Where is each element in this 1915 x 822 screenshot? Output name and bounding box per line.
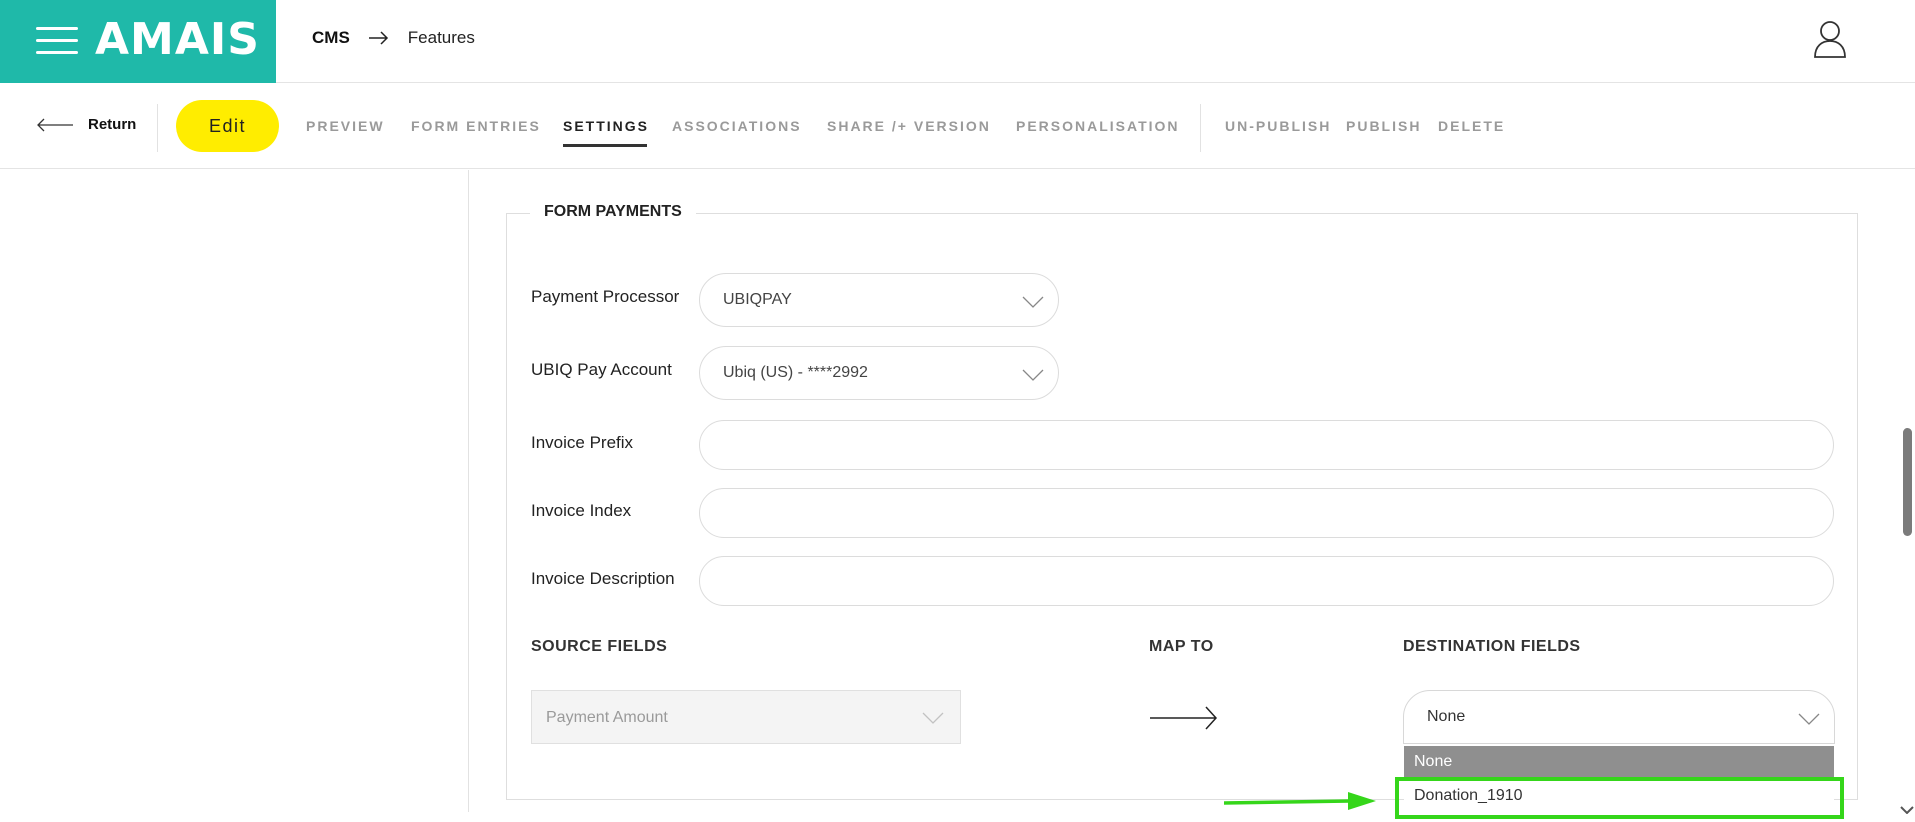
breadcrumb: CMS Features xyxy=(312,28,475,48)
source-field-select: Payment Amount xyxy=(531,690,961,744)
brand-panel: AMAIS xyxy=(0,0,276,83)
breadcrumb-cms[interactable]: CMS xyxy=(312,28,350,48)
section-title: FORM PAYMENTS xyxy=(530,203,696,221)
source-fields-header: SOURCE FIELDS xyxy=(531,638,668,655)
breadcrumb-features[interactable]: Features xyxy=(408,28,475,48)
tab-personalisation[interactable]: PERSONALISATION xyxy=(1016,118,1180,134)
invoice-prefix-label: Invoice Prefix xyxy=(531,433,634,452)
destination-fields-header: DESTINATION FIELDS xyxy=(1403,638,1581,655)
tab-preview[interactable]: PREVIEW xyxy=(306,118,385,134)
delete-button[interactable]: DELETE xyxy=(1438,118,1505,134)
payment-processor-label: Payment Processor xyxy=(531,287,680,306)
payment-processor-select[interactable]: UBIQPAY xyxy=(699,273,1059,327)
unpublish-button[interactable]: UN-PUBLISH xyxy=(1225,118,1331,134)
edit-button[interactable]: Edit xyxy=(176,100,279,152)
scroll-down-icon[interactable] xyxy=(1900,806,1914,814)
tab-form-entries[interactable]: FORM ENTRIES xyxy=(411,118,541,134)
chevron-down-icon xyxy=(1798,713,1820,725)
arrow-left-icon xyxy=(37,118,73,131)
hamburger-icon[interactable] xyxy=(36,25,78,55)
tab-associations[interactable]: ASSOCIATIONS xyxy=(672,118,802,134)
tab-settings[interactable]: SETTINGS xyxy=(563,118,649,147)
toolbar-divider xyxy=(1200,104,1201,152)
destination-field-select[interactable]: None xyxy=(1403,690,1835,744)
invoice-index-input[interactable] xyxy=(699,488,1834,538)
option-none[interactable]: None xyxy=(1404,746,1834,778)
invoice-prefix-input[interactable] xyxy=(699,420,1834,470)
app-logo[interactable]: AMAIS xyxy=(95,14,260,65)
ubiq-pay-account-value: Ubiq (US) - ****2992 xyxy=(723,364,868,381)
toolbar-divider xyxy=(157,104,158,152)
return-label: Return xyxy=(88,116,137,133)
ubiq-pay-account-label: UBIQ Pay Account xyxy=(531,360,672,379)
chevron-down-icon xyxy=(1022,369,1044,381)
chevron-down-icon xyxy=(922,712,944,724)
destination-field-value: None xyxy=(1427,708,1466,725)
action-toolbar: Return Edit PREVIEW FORM ENTRIES SETTING… xyxy=(0,84,1915,169)
ubiq-pay-account-select[interactable]: Ubiq (US) - ****2992 xyxy=(699,346,1059,400)
map-to-header: MAP TO xyxy=(1149,638,1214,655)
option-donation[interactable]: Donation_1910 xyxy=(1404,778,1834,814)
top-header: AMAIS CMS Features xyxy=(0,0,1915,83)
sidebar-divider xyxy=(468,170,469,812)
invoice-description-input[interactable] xyxy=(699,556,1834,606)
invoice-index-label: Invoice Index xyxy=(531,501,632,520)
chevron-down-icon xyxy=(1022,296,1044,308)
user-icon[interactable] xyxy=(1812,20,1848,58)
source-field-value: Payment Amount xyxy=(546,709,668,726)
invoice-description-label: Invoice Description xyxy=(531,569,675,588)
return-button[interactable]: Return xyxy=(36,116,136,133)
arrow-right-icon xyxy=(1150,706,1218,730)
destination-options-list: None Donation_1910 xyxy=(1404,746,1834,814)
scrollbar-thumb[interactable] xyxy=(1903,428,1912,536)
arrow-right-icon xyxy=(368,31,388,45)
tab-share-version[interactable]: SHARE /+ VERSION xyxy=(827,118,991,134)
payment-processor-value: UBIQPAY xyxy=(723,291,792,308)
publish-button[interactable]: PUBLISH xyxy=(1346,118,1421,134)
